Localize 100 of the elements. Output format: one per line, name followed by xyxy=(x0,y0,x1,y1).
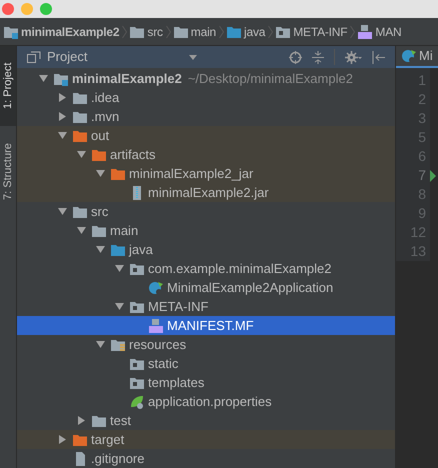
expanded-arrow-icon[interactable] xyxy=(76,150,86,159)
tree-row[interactable]: target xyxy=(17,430,395,449)
tree-row[interactable]: com.example.minimalExample2 xyxy=(17,259,395,278)
project-path: ~/Desktop/minimalExample2 xyxy=(188,70,353,88)
tree-row[interactable]: .mvn xyxy=(17,107,395,126)
folder-icon xyxy=(91,148,107,162)
folder-icon xyxy=(110,166,126,180)
panel-title[interactable]: Project xyxy=(47,47,88,67)
breadcrumb-item[interactable]: MAN xyxy=(375,22,402,40)
side-tab[interactable]: 1: Project xyxy=(0,46,16,126)
tree-row[interactable]: application.properties xyxy=(17,392,395,411)
folder-icon xyxy=(72,90,88,104)
tree-item-label: .gitignore xyxy=(91,450,144,468)
tree-item-label: META-INF xyxy=(148,298,208,316)
tree-item-label: target xyxy=(91,430,124,449)
folder-icon xyxy=(226,24,242,38)
tree-item-label: minimalExample2 xyxy=(72,70,182,88)
expanded-arrow-icon[interactable] xyxy=(58,207,66,216)
collapsed-arrow-icon[interactable] xyxy=(76,416,86,425)
expanded-arrow-icon[interactable] xyxy=(76,226,86,235)
tree-item-label: minimalExample2.jar xyxy=(148,184,269,202)
tree-row[interactable]: META-INF xyxy=(17,297,395,316)
chevron-icon xyxy=(350,24,356,38)
breadcrumb-item[interactable]: java xyxy=(244,22,266,40)
tree-item-label: MANIFEST.MF xyxy=(167,316,254,335)
tree-row[interactable]: artifacts xyxy=(17,145,395,164)
folder-icon xyxy=(172,24,189,38)
tree-item-label: static xyxy=(148,354,178,373)
close-button[interactable] xyxy=(2,3,14,15)
tree-item-label: main xyxy=(110,222,138,240)
breadcrumb-item[interactable]: minimalExample2 xyxy=(21,22,120,40)
tree-row[interactable]: static xyxy=(17,354,395,373)
tree-item-label: .idea xyxy=(91,88,120,107)
tree-item-label: .mvn xyxy=(91,108,120,126)
tree-row[interactable]: main xyxy=(17,221,395,240)
tree-item-label: java xyxy=(129,240,153,259)
expanded-arrow-icon[interactable] xyxy=(114,302,124,311)
project-view-icon xyxy=(27,51,41,63)
expanded-arrow-icon[interactable] xyxy=(96,169,104,178)
expanded-arrow-icon[interactable] xyxy=(38,74,48,83)
chevron-icon xyxy=(166,24,171,38)
folder-icon xyxy=(91,224,107,238)
breadcrumb-item[interactable]: src xyxy=(147,22,163,40)
class-icon xyxy=(401,49,417,63)
folder-icon xyxy=(3,24,19,38)
tree-row[interactable]: .gitignore xyxy=(17,449,395,468)
chevron-icon xyxy=(219,24,224,38)
folder-icon xyxy=(53,72,69,86)
tree-item-label: com.example.minimalExample2 xyxy=(148,260,332,278)
manifest-file-icon xyxy=(357,24,374,38)
package-folder-icon xyxy=(129,300,145,314)
breadcrumb-item[interactable]: main xyxy=(190,22,216,40)
tree-item-label: application.properties xyxy=(148,392,272,411)
collapsed-arrow-icon[interactable] xyxy=(58,93,66,102)
tree-row[interactable]: out xyxy=(17,126,395,145)
tree-row[interactable]: minimalExample2_jar xyxy=(17,164,395,183)
side-tab[interactable]: 7: Structure xyxy=(0,132,16,212)
dropdown-caret-icon[interactable] xyxy=(189,54,198,60)
tree-item-label: artifacts xyxy=(110,146,156,164)
collapsed-arrow-icon[interactable] xyxy=(58,435,66,444)
package-folder-icon xyxy=(129,376,145,390)
package-folder-icon xyxy=(129,262,145,276)
class-icon xyxy=(148,280,164,294)
resources-folder-icon xyxy=(110,338,126,352)
collapse-all-icon[interactable] xyxy=(312,50,324,64)
settings-icon[interactable] xyxy=(345,50,362,64)
package-folder-icon xyxy=(275,24,292,38)
tree-row[interactable]: templates xyxy=(17,373,395,392)
tree-row[interactable]: src xyxy=(17,202,395,221)
folder-icon xyxy=(72,110,88,124)
tree-item-label: minimalExample2_jar xyxy=(129,164,254,183)
tree-item-label: resources xyxy=(129,336,186,354)
tree-item-label: src xyxy=(91,202,108,221)
folder-icon xyxy=(72,204,88,218)
tree-row[interactable]: minimalExample2 ~/Desktop/minimalExample2 xyxy=(17,69,395,88)
package-folder-icon xyxy=(129,356,145,370)
tree-item-label: templates xyxy=(148,374,204,392)
chevron-icon xyxy=(268,24,274,38)
folder-icon xyxy=(72,432,88,446)
tree-row[interactable]: .idea xyxy=(17,88,395,107)
expanded-arrow-icon[interactable] xyxy=(58,131,66,140)
tree-row[interactable]: MinimalExample2Application xyxy=(17,278,395,297)
tree-row[interactable]: resources xyxy=(17,335,395,354)
folder-icon xyxy=(110,242,126,256)
manifest-file-icon xyxy=(148,318,164,332)
expanded-arrow-icon[interactable] xyxy=(96,340,104,349)
tree-item-label: out xyxy=(91,126,110,145)
tree-row[interactable]: minimalExample2.jar xyxy=(17,183,395,202)
expanded-arrow-icon[interactable] xyxy=(96,245,104,254)
tree-row[interactable]: java xyxy=(17,240,395,259)
breadcrumb-item[interactable]: META-INF xyxy=(293,22,348,40)
line-number: 7 xyxy=(418,166,426,185)
collapsed-arrow-icon[interactable] xyxy=(58,112,66,121)
expanded-arrow-icon[interactable] xyxy=(114,264,124,273)
locate-icon[interactable] xyxy=(289,50,302,64)
tree-row[interactable]: test xyxy=(17,411,395,430)
hide-panel-icon[interactable] xyxy=(372,50,385,64)
chevron-icon xyxy=(122,24,128,38)
tree-row[interactable]: MANIFEST.MF xyxy=(17,316,395,335)
folder-icon xyxy=(72,128,88,142)
